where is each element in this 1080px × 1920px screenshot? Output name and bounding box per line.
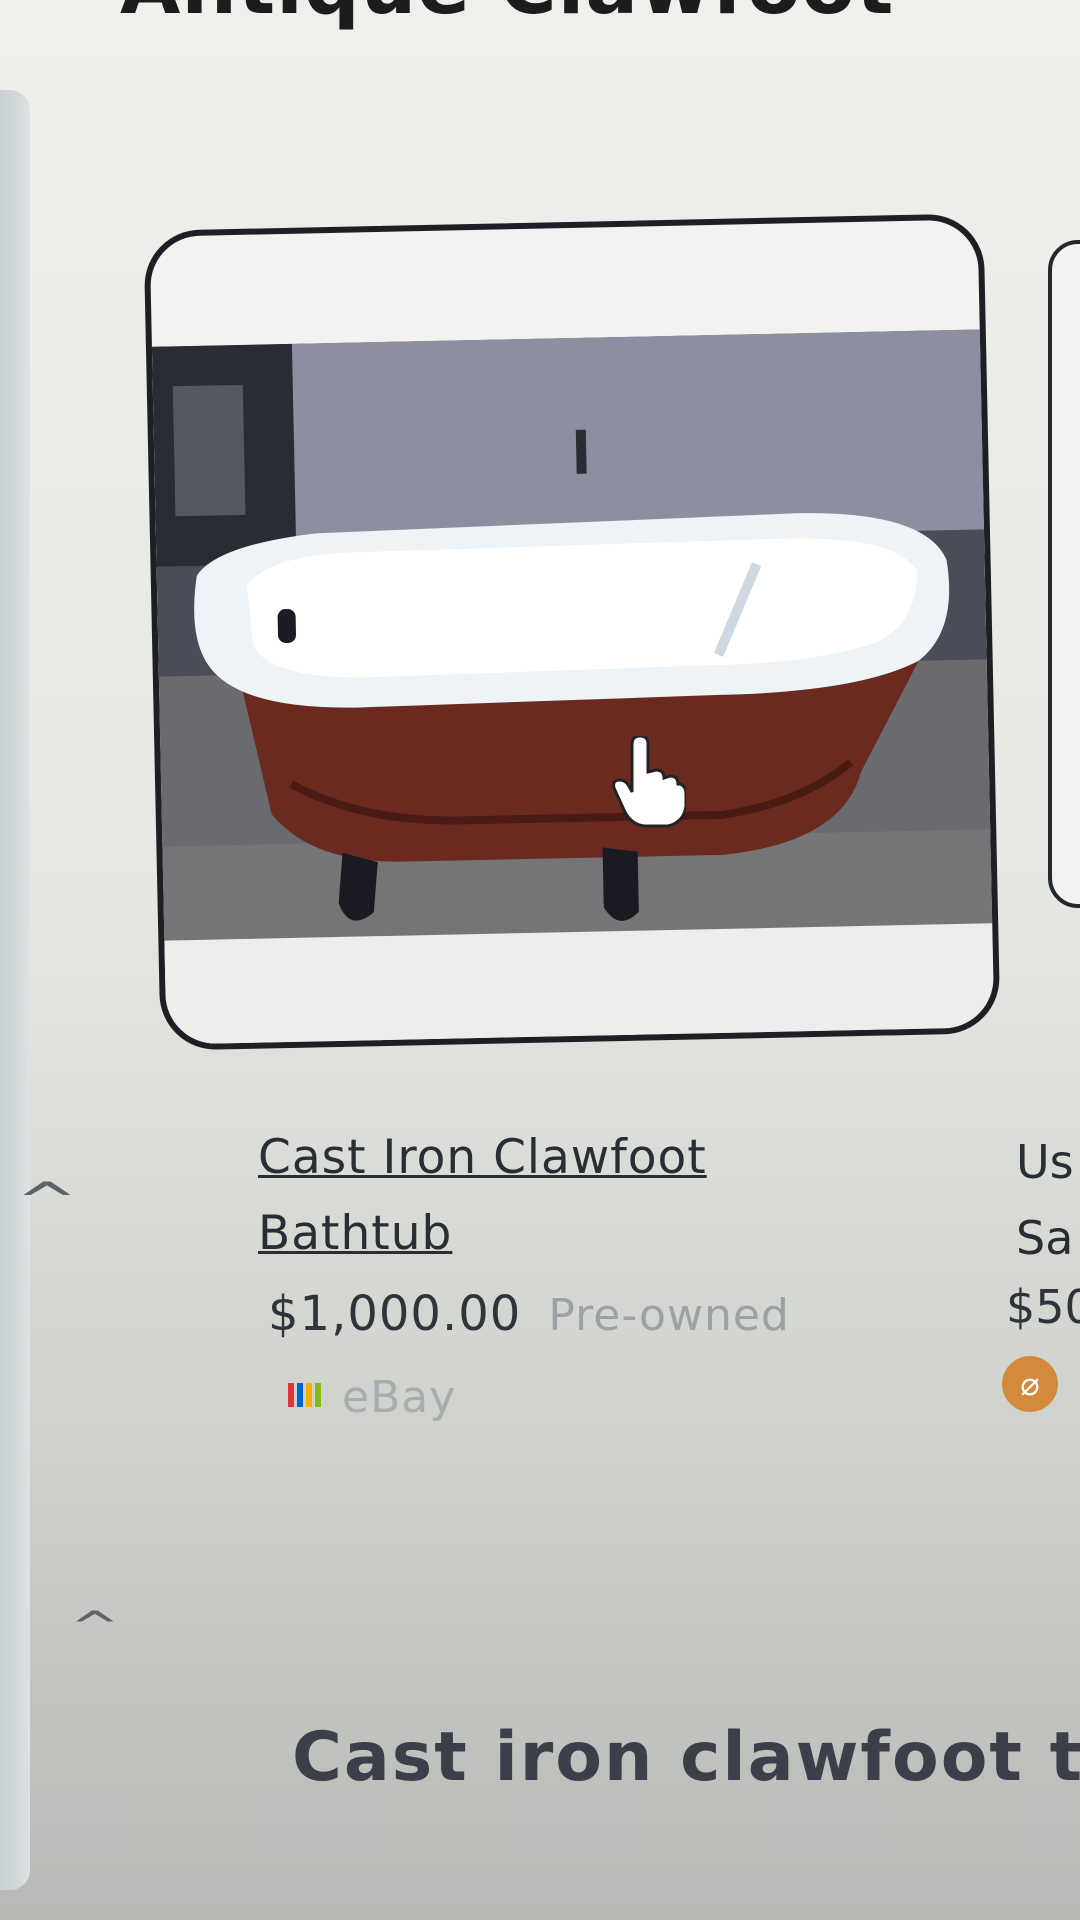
chevron-up-icon[interactable]: ^ <box>70 1604 120 1650</box>
section-heading: Antique Clawfoot <box>120 0 894 32</box>
ebay-logo-icon <box>288 1382 322 1413</box>
price-row: $1,000.00 Pre-owned <box>268 1286 790 1342</box>
hand-pointer-icon <box>612 736 686 828</box>
product-image-card[interactable] <box>143 213 1001 1051</box>
next-product-card-edge[interactable] <box>1048 240 1080 908</box>
bathtub-photo <box>151 329 993 947</box>
next-product-price: $50 <box>1006 1280 1080 1334</box>
shopping-results-screen: Antique Clawfoot ^ Cast Iron Clawfoot Ba… <box>0 0 1080 1920</box>
product-price: $1,000.00 <box>268 1286 522 1342</box>
related-search-heading[interactable]: Cast iron clawfoot tu <box>292 1718 1080 1797</box>
chevron-up-icon[interactable]: ^ <box>16 1172 79 1230</box>
card-footer <box>164 923 995 1045</box>
seller-badge-icon: ⌀ <box>1002 1356 1058 1412</box>
next-product-title[interactable]: Us Sa <box>1016 1124 1080 1276</box>
product-title-link[interactable]: Cast Iron Clawfoot Bathtub <box>258 1120 778 1272</box>
seller-name: eBay <box>342 1372 457 1423</box>
seller-row[interactable]: eBay <box>288 1372 456 1423</box>
previous-card-edge[interactable] <box>0 90 30 1890</box>
product-condition: Pre-owned <box>548 1290 790 1341</box>
